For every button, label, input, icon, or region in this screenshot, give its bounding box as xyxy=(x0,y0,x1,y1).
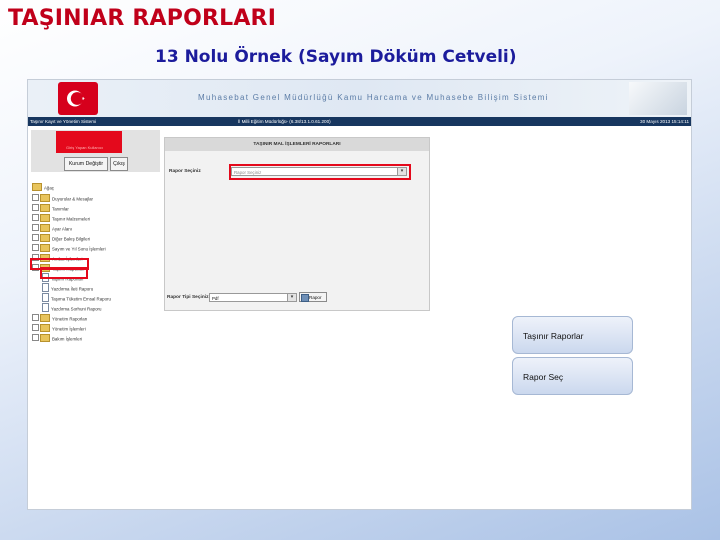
tree-root[interactable]: Ağaç xyxy=(32,179,54,191)
info-bar: Taşınır Kayıt ve Yönetim Sistemi İl Mill… xyxy=(28,117,691,126)
tree-item-malzemeler[interactable]: Taşınır Malzemeleri xyxy=(32,210,90,222)
masked-user-text: Giriş Yapan Kullanıcı xyxy=(66,145,103,150)
app-banner: Muhasebat Genel Müdürlüğü Kamu Harcama v… xyxy=(28,80,691,117)
report-button[interactable]: Rapor xyxy=(299,292,327,302)
slide-title: TAŞINIAR RAPORLARI xyxy=(8,6,277,31)
tree-item-yonetim-islemleri[interactable]: Yönetim İşlemleri xyxy=(32,320,86,332)
report-label: Rapor Seçiniz xyxy=(169,169,201,174)
tree-item-ayar[interactable]: Ayar Alanı xyxy=(32,220,72,232)
callout-rapor-sec: Rapor Seç xyxy=(512,357,633,395)
logout-button[interactable]: Çıkış xyxy=(110,157,128,171)
highlight-report-select xyxy=(229,164,411,180)
tree-item-yazdirma-sorhuni[interactable]: Yazdırma Sorhuni Raporu xyxy=(42,300,101,313)
tree-item-diger[interactable]: Diğer Bakış Bilgileri xyxy=(32,230,90,242)
tree-item-bakim[interactable]: Bakım İşlemleri xyxy=(32,330,82,342)
highlight-rapor-sec xyxy=(40,267,88,279)
type-select[interactable]: Pdf ▾ xyxy=(209,293,297,302)
turkish-flag-icon xyxy=(58,82,98,115)
tree-item-duyurular[interactable]: Duyurular & Mesajlar xyxy=(32,190,93,202)
date-time: 30 Mayıs 2013 15:14:11 xyxy=(640,119,689,124)
type-label: Rapor Tipi Seçiniz: xyxy=(167,295,211,300)
tree-item-tanimlar[interactable]: Tanımlar xyxy=(32,200,69,212)
tree-item-yonetim-raporlari[interactable]: Yönetim Raporları xyxy=(32,310,87,322)
report-icon xyxy=(301,294,309,302)
unit-name: İl Milli Eğitim Müdürlüğü- (6.38/13.1.0.… xyxy=(238,119,331,124)
tree-item-tasima-tuketim[interactable]: Taşıma Tüketim Emsal Raporu xyxy=(42,290,111,303)
callout-tasinir-raporlar: Taşınır Raporlar xyxy=(512,316,633,354)
folder-icon xyxy=(40,333,50,342)
tree-item-yazdirma-ileti[interactable]: Yazdırma İleti Raporu xyxy=(42,280,93,293)
report-panel: TAŞINIR MAL İŞLEMLERİ RAPORLARI Rapor Se… xyxy=(164,137,430,311)
tree-item-sayim[interactable]: Sayım ve Yıl Sonu İşlemleri xyxy=(32,240,106,252)
system-name: Taşınır Kayıt ve Yönetim Sistemi xyxy=(30,119,97,124)
chevron-down-icon: ▾ xyxy=(287,294,296,301)
app-screenshot: Muhasebat Genel Müdürlüğü Kamu Harcama v… xyxy=(27,79,692,510)
login-box: Giriş Yapan Kullanıcı Kurum Değiştir Çık… xyxy=(31,130,160,172)
slide-subtitle: 13 Nolu Örnek (Sayım Döküm Cetveli) xyxy=(155,47,517,67)
pen-graphic-icon xyxy=(629,82,687,115)
panel-header: TAŞINIR MAL İŞLEMLERİ RAPORLARI xyxy=(165,138,429,151)
masked-user-info: Giriş Yapan Kullanıcı xyxy=(56,131,122,153)
change-unit-button[interactable]: Kurum Değiştir xyxy=(64,157,108,171)
banner-title: Muhasebat Genel Müdürlüğü Kamu Harcama v… xyxy=(198,93,549,102)
plus-minus-box-icon xyxy=(32,334,39,342)
